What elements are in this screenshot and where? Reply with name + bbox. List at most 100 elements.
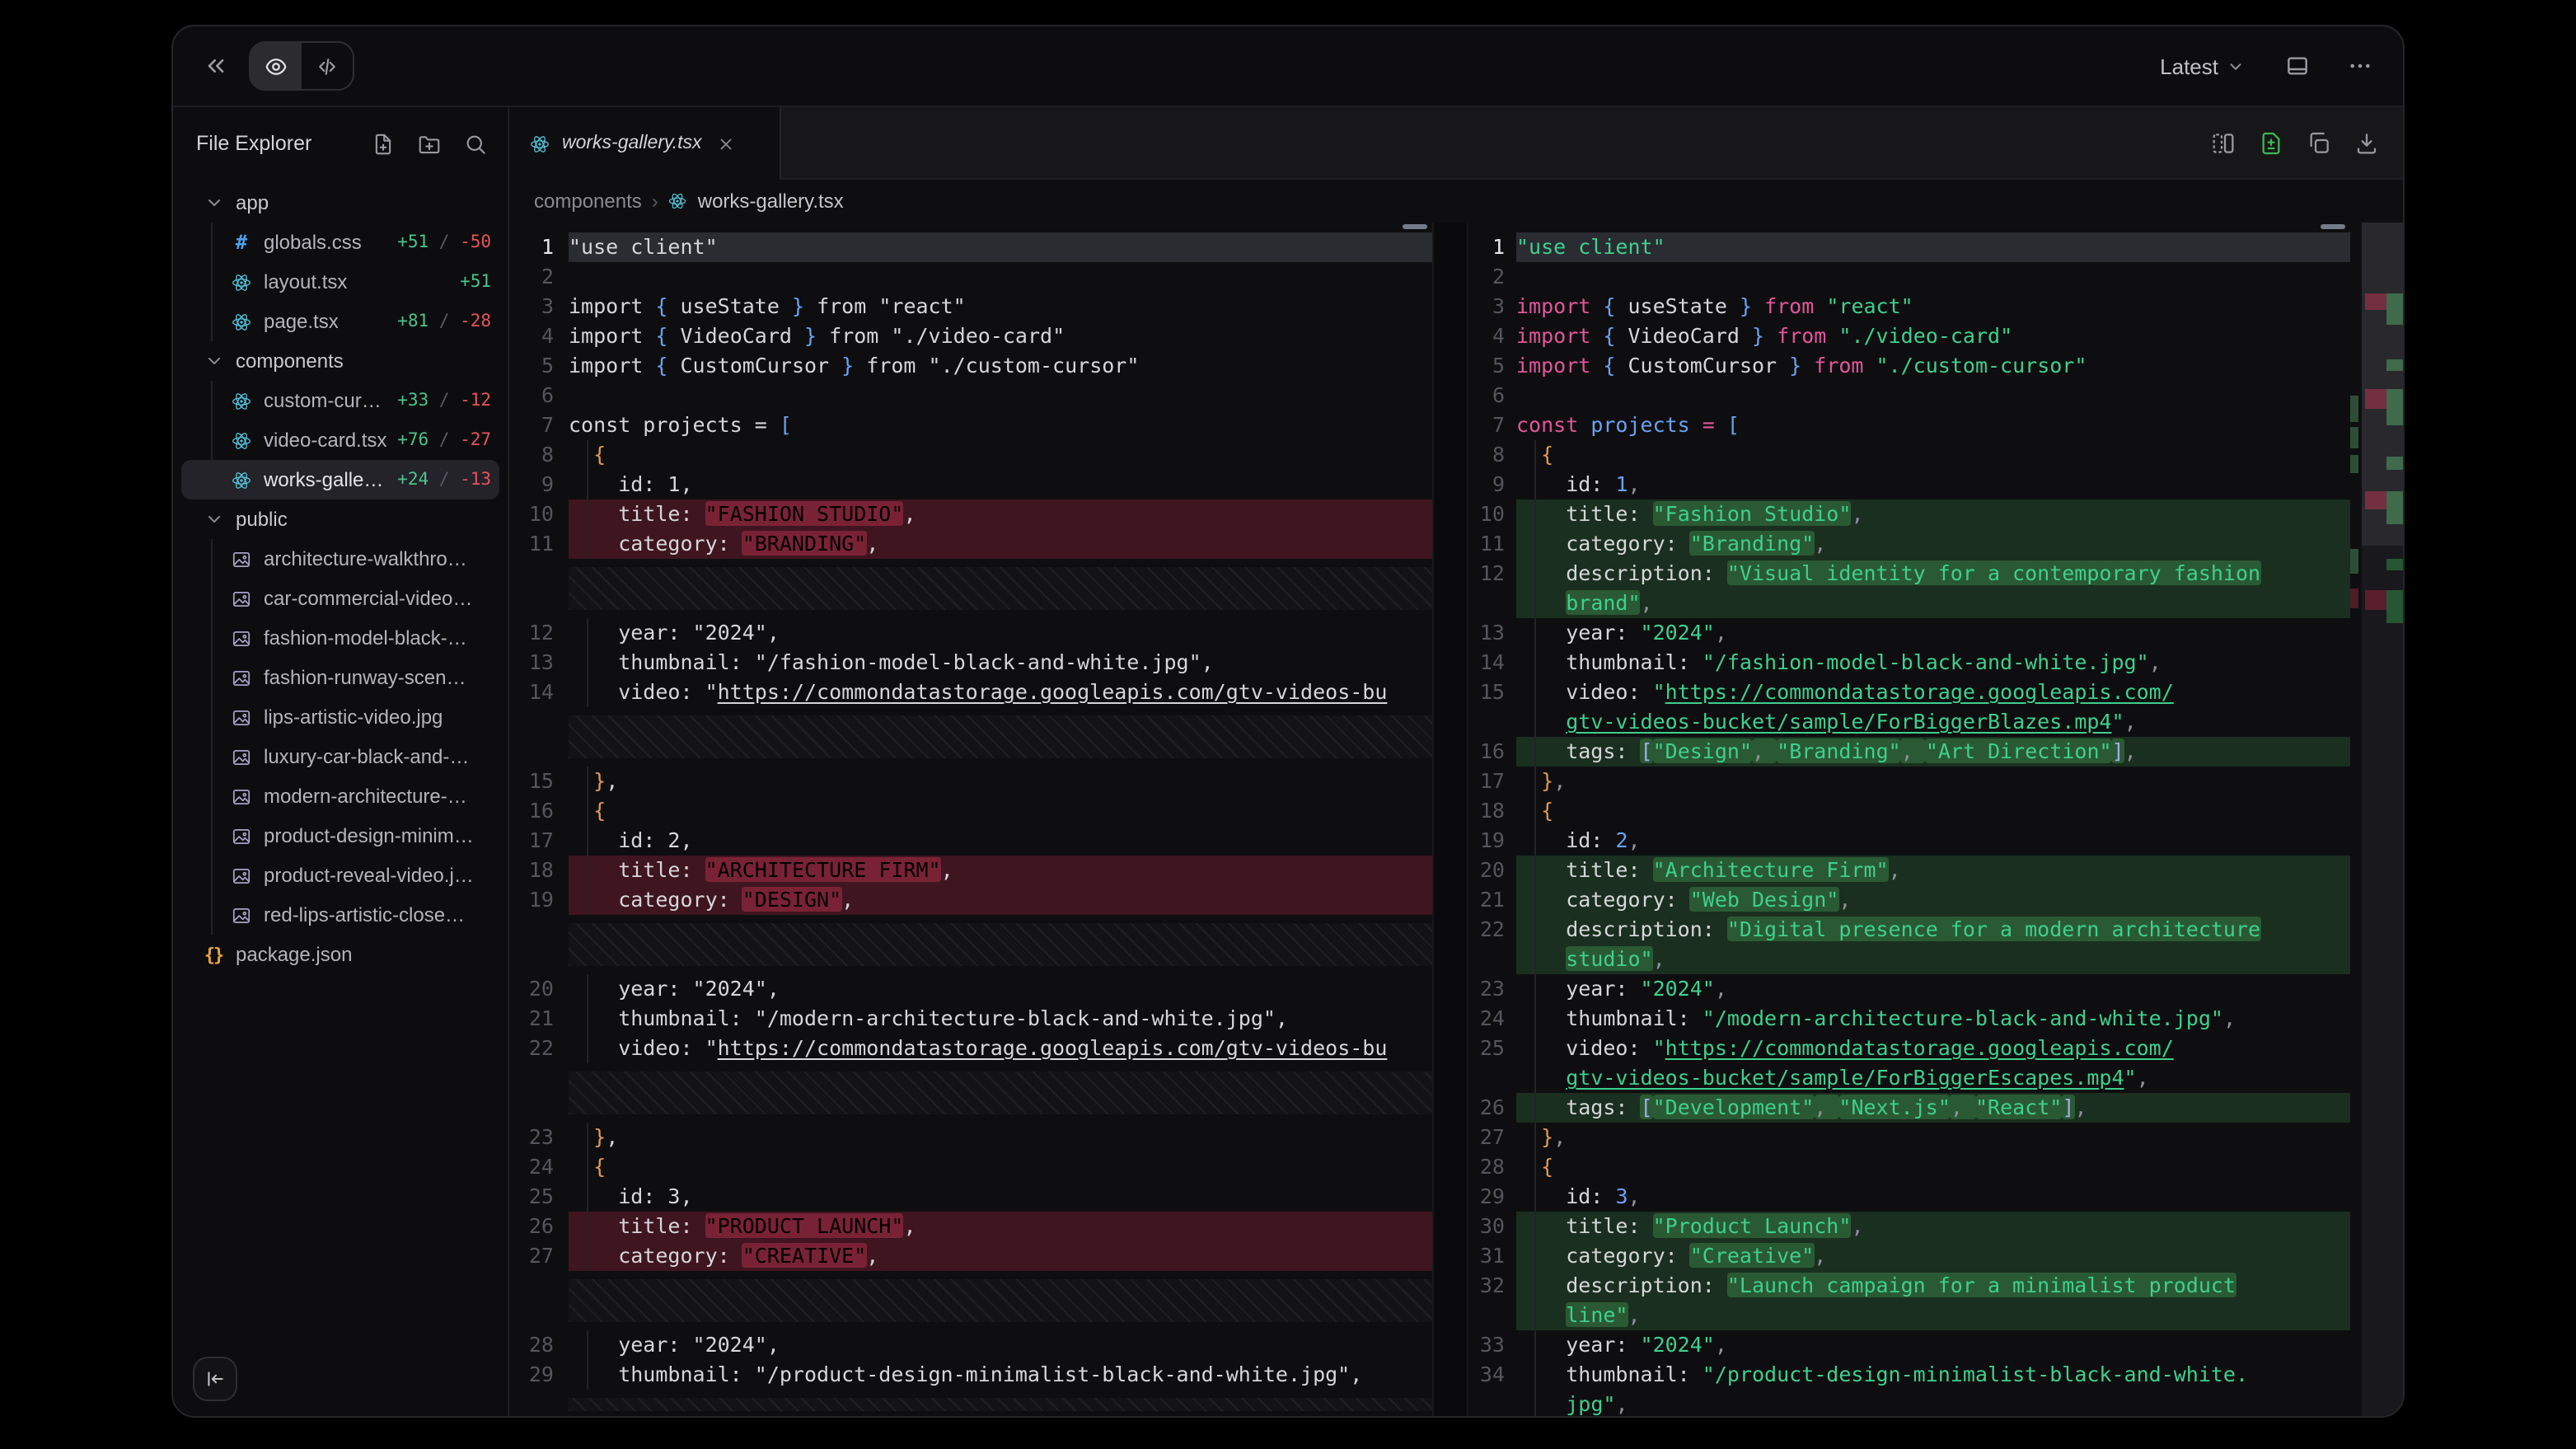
folder-item-app[interactable]: app: [181, 183, 499, 223]
more-options-button[interactable]: [2340, 46, 2380, 86]
diff-file-button[interactable]: [2255, 126, 2288, 159]
code-line: 18 {: [1468, 796, 2350, 826]
line-number: 22: [1468, 915, 1516, 945]
file-tree: app#globals.css+51 / -50layout.tsx+51pag…: [173, 180, 508, 1416]
file-item-fashion-runway-scen[interactable]: fashion-runway-scen…: [181, 658, 499, 697]
file-label: components: [236, 349, 344, 373]
diff-filler: [509, 1390, 1432, 1416]
breadcrumb: components › works-gallery.tsx: [509, 180, 2403, 223]
diff-stats: +51: [450, 272, 499, 292]
code-line: 25 id: 3,: [509, 1182, 1432, 1212]
collapse-file-explorer-button[interactable]: [193, 1357, 237, 1401]
react-file-icon: [231, 311, 252, 332]
code-line: 10 title: "FASHION STUDIO",: [509, 499, 1432, 529]
panel-layout-button[interactable]: [2278, 46, 2317, 86]
line-number: [1468, 1301, 1516, 1330]
file-item-product-design-minim[interactable]: product-design-minim…: [181, 816, 499, 856]
scrollbar-thumb[interactable]: [1403, 224, 1427, 229]
line-number: 24: [509, 1152, 569, 1182]
file-item-custom-curs[interactable]: custom-curs…+33 / -12: [181, 381, 499, 420]
image-file-icon: [231, 706, 252, 728]
pane-divider[interactable]: [1432, 223, 1468, 1416]
diff-filler: [509, 707, 1432, 767]
line-number: 25: [509, 1182, 569, 1212]
file-label: custom-curs…: [264, 389, 387, 412]
file-item-video-card.tsx[interactable]: video-card.tsx+76 / -27: [181, 420, 499, 460]
file-item-architecture-walkthro[interactable]: architecture-walkthro…: [181, 539, 499, 579]
file-item-fashion-model-black-[interactable]: fashion-model-black-…: [181, 618, 499, 658]
scrollbar-thumb[interactable]: [2321, 224, 2345, 229]
react-file-icon: [231, 390, 252, 411]
file-item-modern-architecture-[interactable]: modern-architecture-…: [181, 776, 499, 816]
line-number: 8: [1468, 440, 1516, 470]
code-line: 27 category: "CREATIVE",: [509, 1241, 1432, 1271]
file-item-luxury-car-black-and-[interactable]: luxury-car-black-and-…: [181, 737, 499, 776]
close-tab-button[interactable]: [714, 131, 738, 156]
new-file-button[interactable]: [371, 131, 396, 156]
line-number: 29: [509, 1360, 569, 1390]
react-file-icon: [529, 133, 550, 154]
code-line: 19 id: 2,: [1468, 826, 2350, 856]
code-line: 28 year: "2024",: [509, 1330, 1432, 1360]
code-line: 32 description: "Launch campaign for a m…: [1468, 1271, 2350, 1301]
collapse-sidebar-button[interactable]: [196, 46, 236, 86]
file-item-package.json[interactable]: {}package.json: [181, 935, 499, 974]
code-line: 20 title: "Architecture Firm",: [1468, 856, 2350, 885]
search-files-button[interactable]: [463, 131, 488, 156]
code-line: 2: [1468, 262, 2350, 292]
line-number: 20: [509, 974, 569, 1004]
line-number: 12: [509, 618, 569, 648]
code-line: 8 {: [1468, 440, 2350, 470]
breadcrumb-folder[interactable]: components: [534, 190, 642, 213]
code-line: 17 id: 2,: [509, 826, 1432, 856]
split-diff-view-button[interactable]: [2207, 126, 2240, 159]
file-item-globals.css[interactable]: #globals.css+51 / -50: [181, 223, 499, 262]
line-number: 9: [1468, 470, 1516, 499]
new-folder-button[interactable]: [417, 131, 442, 156]
panel-bottom-icon: [2284, 53, 2311, 79]
download-icon: [2354, 129, 2380, 156]
code-line: 26 title: "PRODUCT LAUNCH",: [509, 1212, 1432, 1241]
code-line: 29 thumbnail: "/product-design-minimalis…: [509, 1360, 1432, 1390]
line-number: 8: [509, 440, 569, 470]
line-number: 4: [1468, 321, 1516, 351]
version-selector[interactable]: Latest: [2150, 52, 2255, 80]
file-item-page.tsx[interactable]: page.tsx+81 / -28: [181, 302, 499, 341]
line-number: 28: [1468, 1152, 1516, 1182]
file-item-lips-artistic-video.jpg[interactable]: lips-artistic-video.jpg: [181, 697, 499, 737]
file-item-layout.tsx[interactable]: layout.tsx+51: [181, 262, 499, 302]
image-file-icon: [231, 904, 252, 926]
folder-item-components[interactable]: components: [181, 341, 499, 381]
chevron-down-icon: [204, 509, 223, 529]
search-icon: [463, 131, 488, 156]
download-button[interactable]: [2350, 126, 2383, 159]
line-number: 13: [1468, 618, 1516, 648]
line-number: 23: [1468, 974, 1516, 1004]
copy-code-button[interactable]: [2302, 126, 2335, 159]
eye-icon: [264, 54, 288, 78]
close-icon: [717, 134, 735, 152]
code-line: gtv-videos-bucket/sample/ForBiggerBlazes…: [1468, 707, 2350, 737]
code-toggle-button[interactable]: [302, 43, 353, 89]
tab-works-gallery[interactable]: works-gallery.tsx: [509, 107, 781, 180]
diff-pane-original: 1"use client"23import { useState } from …: [509, 223, 1432, 1416]
line-number: 31: [1468, 1241, 1516, 1271]
file-label: page.tsx: [264, 310, 339, 333]
file-item-red-lips-artistic-close[interactable]: red-lips-artistic-close…: [181, 895, 499, 935]
code-line: gtv-videos-bucket/sample/ForBiggerEscape…: [1468, 1063, 2350, 1093]
code-line: 4import { VideoCard } from "./video-card…: [1468, 321, 2350, 351]
code-line: 22 description: "Digital presence for a …: [1468, 915, 2350, 945]
file-item-product-reveal-video.j[interactable]: product-reveal-video.j…: [181, 856, 499, 895]
folder-item-public[interactable]: public: [181, 499, 499, 539]
diff-overview-ruler[interactable]: [2360, 223, 2405, 1416]
code-line: 24 thumbnail: "/modern-architecture-blac…: [1468, 1004, 2350, 1034]
version-label: Latest: [2160, 54, 2218, 78]
file-label: red-lips-artistic-close…: [264, 903, 465, 926]
file-item-car-commercial-video[interactable]: car-commercial-video…: [181, 579, 499, 618]
css-file-icon: #: [236, 231, 247, 254]
line-number: 17: [509, 826, 569, 856]
preview-toggle-button[interactable]: [251, 43, 302, 89]
code-line: 25 video: "https://commondatastorage.goo…: [1468, 1034, 2350, 1063]
file-item-works-galler[interactable]: works-galler…+24 / -13: [181, 460, 499, 499]
react-file-icon: [231, 271, 252, 293]
